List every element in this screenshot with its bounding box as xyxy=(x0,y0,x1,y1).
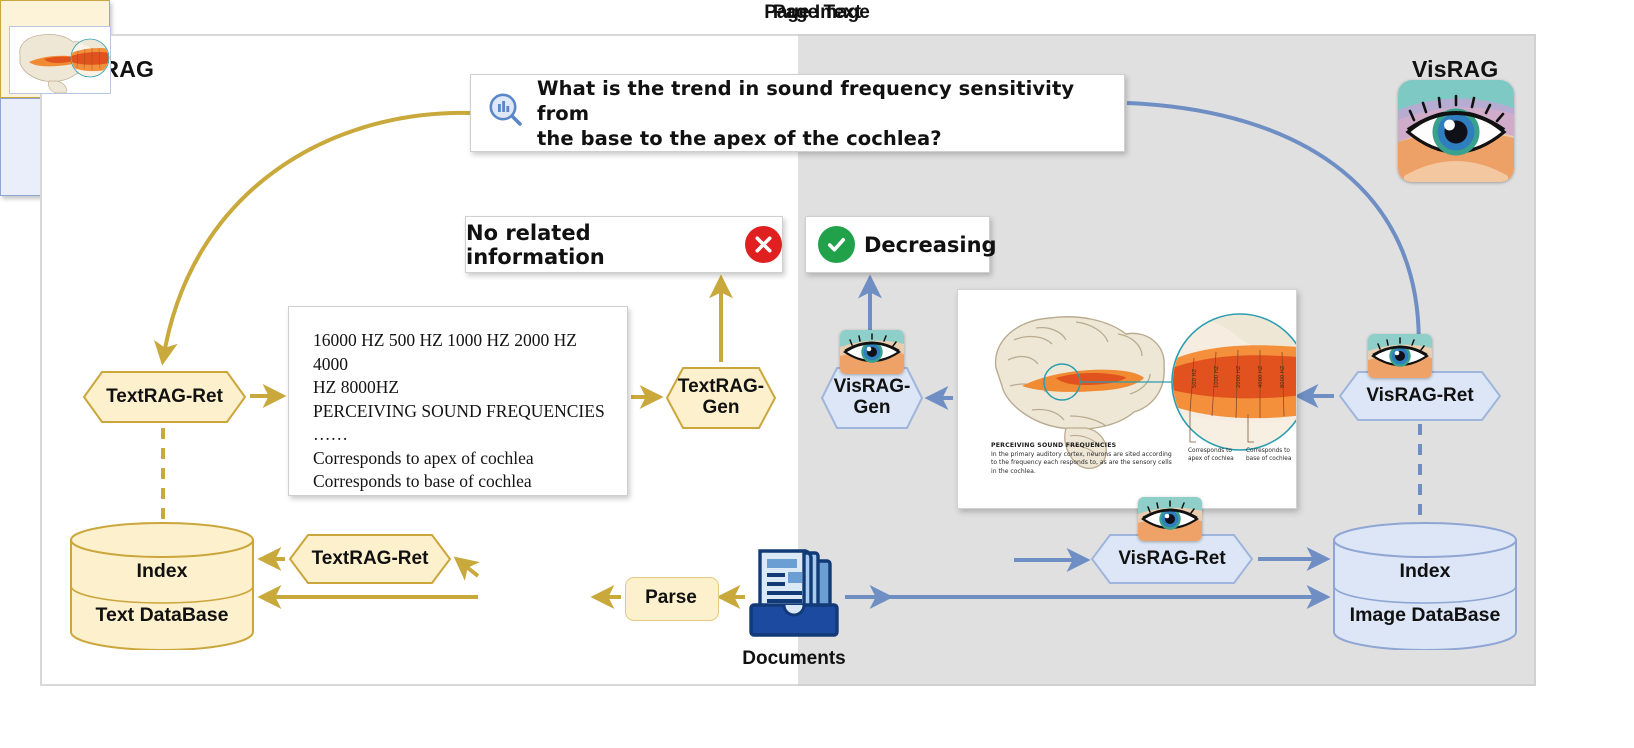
documents-icon xyxy=(748,535,840,637)
node-label-line1: TextRAG- xyxy=(677,376,765,398)
node-parse[interactable]: Parse xyxy=(625,577,719,621)
svg-text:4000 HZ: 4000 HZ xyxy=(1258,365,1264,388)
textrag-answer-box: No related information xyxy=(465,216,783,273)
text-db-index-label: Index xyxy=(136,560,188,582)
svg-text:500 HZ: 500 HZ xyxy=(1192,369,1198,388)
image-database-cylinder: Index Image DataBase xyxy=(1330,522,1520,650)
figure-callout-right: Corresponds to base of cochlea xyxy=(1246,448,1292,462)
query-line-1: What is the trend in sound frequency sen… xyxy=(537,76,1075,125)
node-label: TextRAG-Ret xyxy=(106,385,223,407)
chunk-line-4: …… xyxy=(313,424,348,444)
diagram-canvas: TextRAG VisRAG xyxy=(0,0,1634,748)
node-label: TextRAG- Gen xyxy=(678,377,764,418)
chunk-line-5: Corresponds to apex of cochlea xyxy=(313,447,534,468)
svg-text:2000 HZ: 2000 HZ xyxy=(1236,365,1242,388)
visrag-answer-box: Decreasing xyxy=(805,216,997,273)
node-label-line2: Gen xyxy=(853,397,891,418)
figure-caption-body: In the primary auditory cortex, neurons … xyxy=(991,451,1172,475)
text-database-cylinder: Index Text DataBase xyxy=(67,522,257,650)
image-db-index-label: Index xyxy=(1399,560,1451,582)
chunk-line-6: Corresponds to base of cochlea xyxy=(313,471,532,491)
node-label: Parse xyxy=(645,586,697,608)
textrag-answer-label: No related information xyxy=(466,220,605,269)
retrieved-page-image: 500 HZ 1000 HZ 2000 HZ 4000 HZ 8000 HZ 1… xyxy=(957,289,1297,509)
node-label: VisRAG-Ret xyxy=(1118,547,1226,569)
chunk-line-2: HZ 8000HZ xyxy=(313,377,400,397)
eye-icon xyxy=(1398,80,1514,182)
text-db-name-label: Text DataBase xyxy=(95,604,229,626)
figure-callout-left: Corresponds to apex of cochlea xyxy=(1188,448,1234,462)
svg-text:1000 HZ: 1000 HZ xyxy=(1214,365,1220,388)
page-image-thumbnail xyxy=(9,26,111,94)
image-db-name-label: Image DataBase xyxy=(1349,604,1501,626)
svg-text:8000 HZ: 8000 HZ xyxy=(1280,365,1286,388)
retrieved-text-chunk: 16000 HZ 500 HZ 1000 HZ 2000 HZ 4000 HZ … xyxy=(288,306,628,496)
node-textrag-ret-top[interactable]: TextRAG-Ret xyxy=(82,370,247,424)
node-textrag-gen[interactable]: TextRAG- Gen xyxy=(665,366,777,430)
chunk-line-3: PERCEIVING SOUND FREQUENCIES xyxy=(313,400,605,421)
visrag-panel-title: VisRAG xyxy=(1412,56,1499,82)
visrag-answer-label: Decreasing xyxy=(864,232,997,257)
documents-label: Documents xyxy=(742,648,846,669)
node-label: VisRAG-Ret xyxy=(1366,384,1474,406)
node-visrag-gen[interactable]: VisRAG- Gen xyxy=(820,366,924,430)
query-text: What is the trend in sound frequency sen… xyxy=(537,76,1110,151)
chunk-line-1: 16000 HZ 500 HZ 1000 HZ 2000 HZ 4000 xyxy=(313,330,577,374)
query-line-2: the base to the apex of the cochlea? xyxy=(537,126,942,150)
node-textrag-ret-bottom[interactable]: TextRAG-Ret xyxy=(288,533,452,585)
page-image-label: Page Image xyxy=(764,2,870,23)
node-label-line2: Gen xyxy=(702,397,740,418)
success-check-icon xyxy=(818,226,855,263)
query-box: What is the trend in sound frequency sen… xyxy=(470,74,1125,152)
error-cross-icon xyxy=(745,226,782,263)
search-chart-icon xyxy=(485,90,527,137)
node-label-line1: VisRAG- xyxy=(833,376,911,398)
eye-icon xyxy=(1138,497,1202,541)
node-label: VisRAG- Gen xyxy=(834,377,911,418)
figure-caption-title: PERCEIVING SOUND FREQUENCIES xyxy=(991,442,1117,449)
eye-icon xyxy=(840,330,904,374)
node-label: TextRAG-Ret xyxy=(311,547,429,569)
eye-icon xyxy=(1368,334,1432,378)
